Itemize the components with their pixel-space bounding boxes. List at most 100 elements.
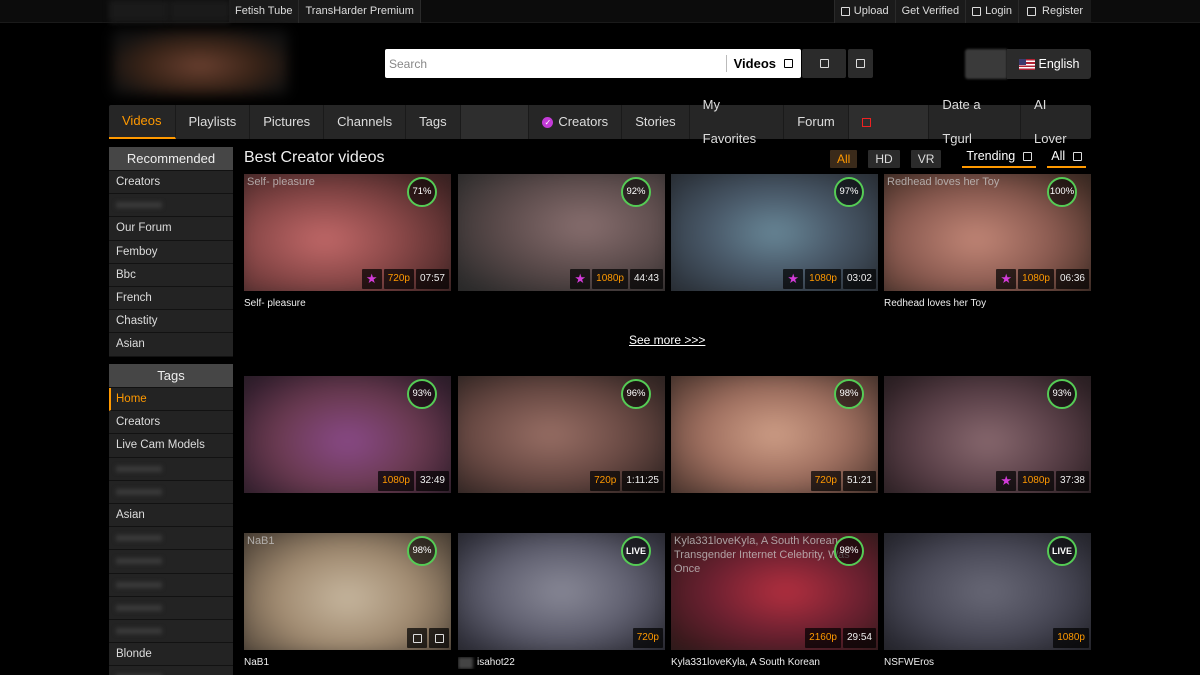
tab-hidden-2[interactable] bbox=[848, 105, 930, 139]
site-logo[interactable] bbox=[112, 30, 288, 95]
video-card[interactable]: NaB1 98% NaB1 bbox=[244, 533, 451, 669]
video-title[interactable]: NaB1 bbox=[244, 657, 451, 669]
video-title[interactable]: Kyla331loveKyla, A South Korean Transgen… bbox=[671, 657, 878, 669]
sidebar-item-creators[interactable]: Creators bbox=[109, 171, 233, 195]
tab-videos[interactable]: Videos bbox=[109, 105, 176, 139]
duration-badge: 07:57 bbox=[415, 269, 449, 289]
video-thumbnail[interactable]: 92% ★ 1080p 44:43 bbox=[458, 174, 665, 291]
login-link[interactable]: Login bbox=[965, 0, 1019, 23]
sidebar-item-our-forum[interactable]: Our Forum bbox=[109, 217, 233, 241]
video-card[interactable]: 92% ★ 1080p 44:43 bbox=[458, 174, 665, 310]
video-thumbnail[interactable]: Redhead loves her Toy 100% ★ 1080p 06:36 bbox=[884, 174, 1091, 291]
video-card[interactable]: 93% ★ 1080p 37:38 bbox=[884, 376, 1091, 512]
video-thumbnail[interactable]: 93% ★ 1080p 37:38 bbox=[884, 376, 1091, 493]
video-card[interactable]: 93% 1080p 32:49 bbox=[244, 376, 451, 512]
tab-date-a-tgurl[interactable]: Date a Tgurl bbox=[929, 97, 1022, 146]
tab-creators-label: Creators bbox=[558, 114, 609, 129]
video-thumbnail[interactable]: LIVE 720p bbox=[458, 533, 665, 650]
account-button[interactable] bbox=[965, 49, 1007, 79]
video-title[interactable]: Redhead loves her Toy bbox=[884, 298, 1091, 310]
tag-item-home[interactable]: Home bbox=[109, 388, 233, 412]
top-link-premium[interactable]: TransHarder Premium bbox=[299, 0, 421, 23]
login-label: Login bbox=[985, 5, 1013, 17]
top-link-fetish-tube[interactable]: Fetish Tube bbox=[229, 0, 300, 23]
sidebar-item-asian[interactable]: Asian bbox=[109, 333, 233, 357]
video-title[interactable]: Self- pleasure bbox=[244, 298, 451, 310]
video-card[interactable]: 97% ★ 1080p 03:02 bbox=[671, 174, 878, 310]
sort-label: Trending bbox=[966, 149, 1016, 163]
sidebar-item-femboy[interactable]: Femboy bbox=[109, 240, 233, 264]
video-card[interactable]: LIVE 720p isahot22 bbox=[458, 533, 665, 669]
video-thumbnail[interactable]: 96% 720p 1:11:25 bbox=[458, 376, 665, 493]
video-title[interactable] bbox=[244, 500, 451, 512]
video-title[interactable] bbox=[671, 298, 878, 310]
register-link[interactable]: Register bbox=[1018, 0, 1091, 23]
video-card[interactable]: Self- pleasure 71% ★ 720p 07:57 Self- pleasur… bbox=[244, 174, 451, 310]
language-select[interactable]: English bbox=[1007, 49, 1091, 79]
sidebar-item-chastity[interactable]: Chastity bbox=[109, 310, 233, 334]
see-more-link[interactable]: See more >>> bbox=[629, 333, 705, 347]
video-title[interactable]: NSFWEros bbox=[884, 657, 1091, 669]
video-thumbnail[interactable]: Kyla331loveKyla, A South Korean Transgen… bbox=[671, 533, 878, 650]
video-title[interactable] bbox=[671, 500, 878, 512]
tag-item-hidden-5[interactable] bbox=[109, 573, 233, 597]
search-button[interactable] bbox=[802, 49, 846, 78]
tag-item-blonde[interactable]: Blonde bbox=[109, 643, 233, 667]
search-scope-select[interactable]: Videos bbox=[725, 55, 801, 72]
tag-item-asian[interactable]: Asian bbox=[109, 503, 233, 528]
sidebar-item-french[interactable]: French bbox=[109, 286, 233, 311]
video-thumbnail[interactable]: 93% 1080p 32:49 bbox=[244, 376, 451, 493]
sidebar-item-bbc[interactable]: Bbc bbox=[109, 263, 233, 287]
tab-hidden-1[interactable] bbox=[460, 105, 530, 139]
tag-item-creators[interactable]: Creators bbox=[109, 411, 233, 435]
search-icon bbox=[819, 59, 829, 68]
tag-item-hidden-2[interactable] bbox=[109, 480, 233, 504]
top-link-2[interactable] bbox=[169, 0, 229, 23]
top-link-1[interactable] bbox=[109, 0, 169, 23]
video-thumbnail[interactable]: 98% 720p 51:21 bbox=[671, 376, 878, 493]
tab-forum[interactable]: Forum bbox=[784, 105, 849, 139]
video-title[interactable] bbox=[884, 500, 1091, 512]
video-card[interactable]: 96% 720p 1:11:25 bbox=[458, 376, 665, 512]
video-thumbnail[interactable]: 97% ★ 1080p 03:02 bbox=[671, 174, 878, 291]
tag-item-hidden-1[interactable] bbox=[109, 457, 233, 481]
video-title[interactable]: isahot22 bbox=[458, 657, 665, 669]
main-nav: Videos Playlists Pictures Channels Tags … bbox=[109, 97, 1091, 146]
get-verified-link[interactable]: Get Verified bbox=[894, 0, 966, 23]
video-title[interactable] bbox=[458, 298, 665, 310]
chevron-down-icon bbox=[784, 59, 793, 68]
filter-hd[interactable]: HD bbox=[868, 149, 900, 168]
range-select[interactable]: All bbox=[1047, 149, 1087, 168]
tag-item-hidden-7[interactable] bbox=[109, 619, 233, 644]
video-card[interactable]: 98% 720p 51:21 bbox=[671, 376, 878, 512]
video-thumbnail[interactable]: NaB1 98% bbox=[244, 533, 451, 650]
tag-item-hidden-8[interactable] bbox=[109, 666, 233, 675]
tag-item-hidden-6[interactable] bbox=[109, 596, 233, 620]
sidebar-item-hidden[interactable] bbox=[109, 194, 233, 218]
tab-my-favorites[interactable]: My Favorites bbox=[690, 97, 785, 146]
tag-item-live-cam-models[interactable]: Live Cam Models bbox=[109, 434, 233, 458]
filter-all[interactable]: All bbox=[830, 149, 858, 168]
upload-link[interactable]: Upload bbox=[833, 0, 895, 23]
recommended-panel: Recommended Creators Our Forum Femboy Bb… bbox=[109, 147, 233, 357]
video-thumbnail[interactable]: Self- pleasure 71% ★ 720p 07:57 bbox=[244, 174, 451, 291]
sort-select[interactable]: Trending bbox=[962, 149, 1037, 168]
tag-item-hidden-4[interactable] bbox=[109, 550, 233, 574]
tab-creators[interactable]: ✓ Creators bbox=[529, 105, 623, 139]
duration-badge: 37:38 bbox=[1055, 471, 1089, 491]
camera-search-button[interactable] bbox=[848, 49, 873, 78]
video-card[interactable]: Redhead loves her Toy 100% ★ 1080p 06:36 Redh… bbox=[884, 174, 1091, 310]
tab-ai-lover[interactable]: AI Lover bbox=[1021, 97, 1091, 146]
filter-vr[interactable]: VR bbox=[910, 149, 942, 168]
video-title[interactable] bbox=[458, 500, 665, 512]
video-card[interactable]: LIVE 1080p NSFWEros bbox=[884, 533, 1091, 669]
video-thumbnail[interactable]: LIVE 1080p bbox=[884, 533, 1091, 650]
video-card[interactable]: Kyla331loveKyla, A South Korean Transgen… bbox=[671, 533, 878, 669]
search-input[interactable] bbox=[385, 50, 726, 77]
tab-pictures[interactable]: Pictures bbox=[250, 105, 325, 139]
tab-stories[interactable]: Stories bbox=[622, 105, 690, 139]
tab-tags[interactable]: Tags bbox=[406, 105, 461, 139]
tab-playlists[interactable]: Playlists bbox=[176, 105, 251, 139]
tab-channels[interactable]: Channels bbox=[324, 105, 407, 139]
tag-item-hidden-3[interactable] bbox=[109, 527, 233, 551]
